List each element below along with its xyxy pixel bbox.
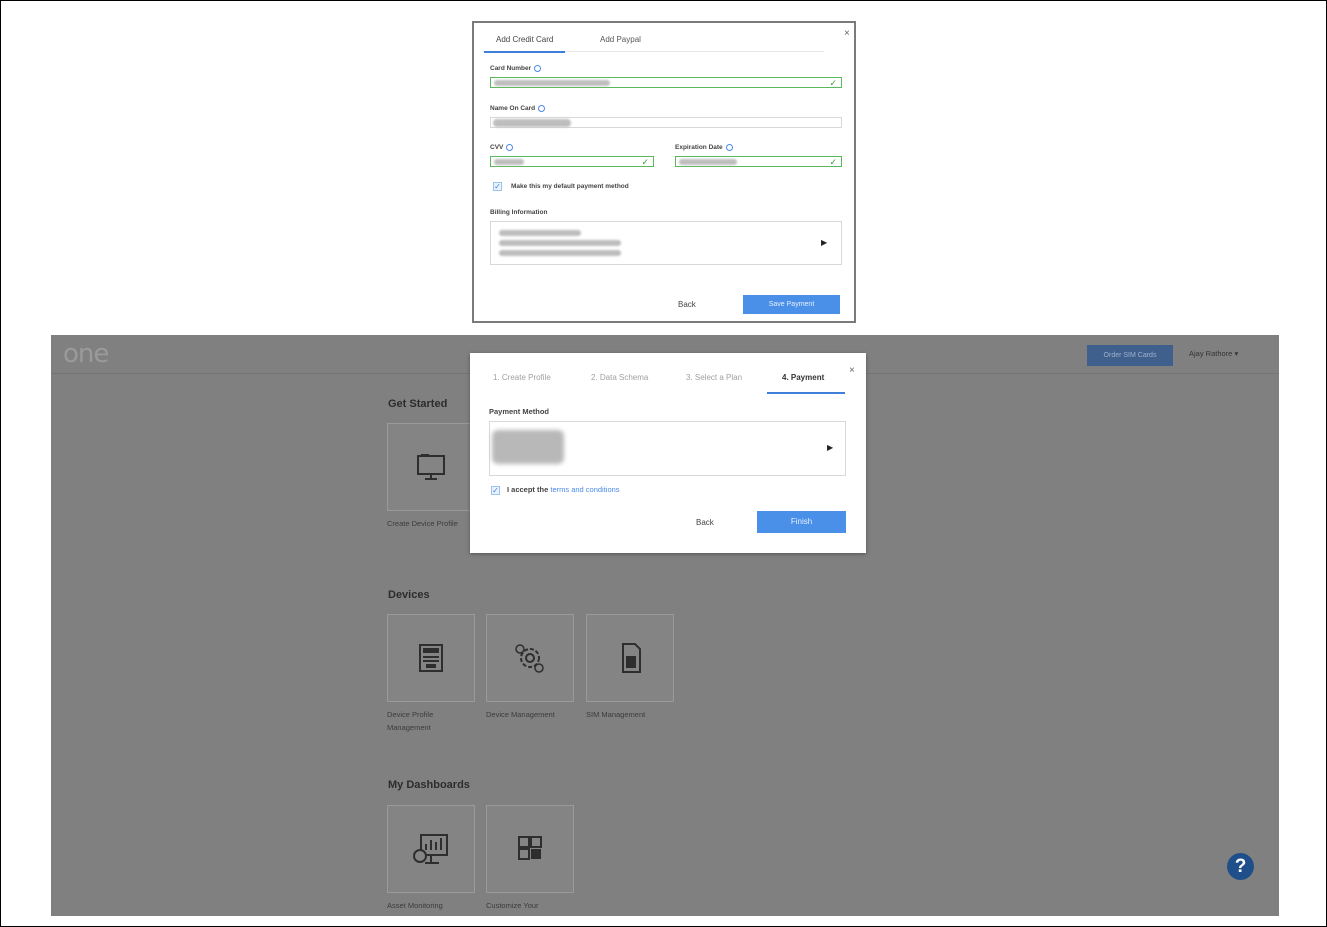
screenshot-frame: Add Credit Card Add Paypal × Card Number… [0,0,1327,927]
close-icon[interactable]: × [844,28,850,39]
app-logo[interactable]: one [63,339,109,369]
redacted-value [494,80,610,86]
redacted-value [499,240,621,246]
chevron-right-icon: ▶ [821,238,828,247]
info-icon[interactable] [534,65,542,72]
billing-information-selector[interactable]: ▶ [490,221,842,265]
tile-device-profile-management[interactable] [387,614,475,702]
tile-create-device-profile[interactable] [387,423,475,511]
finish-button[interactable]: Finish [757,511,846,533]
payment-method-selector[interactable]: ▶ [489,421,846,476]
monitoring-icon [413,834,448,864]
dashboard-grid-icon [518,836,542,860]
step-data-schema[interactable]: 2. Data Schema [591,373,648,382]
sim-card-icon [622,643,641,673]
info-icon[interactable] [506,144,514,151]
tile-label-device-management: Device Management [486,710,555,719]
payment-type-tabs: Add Credit Card Add Paypal [482,23,824,53]
tile-customize-your-dashboard[interactable] [486,805,574,893]
close-icon[interactable]: × [849,365,855,376]
gears-icon [515,644,544,673]
terms-checkbox[interactable]: ✓ [491,486,500,495]
expiration-date-input[interactable]: ✓ [675,156,842,167]
cvv-label: CVV [490,144,514,151]
cvv-input[interactable]: ✓ [490,156,654,167]
info-icon[interactable] [538,105,546,112]
valid-check-icon: ✓ [829,78,837,88]
payment-method-label: Payment Method [489,407,550,416]
billing-information-label: Billing Information [490,209,548,216]
back-button[interactable]: Back [696,518,714,527]
app-background: one Order SIM Cards Ajay Rathore ▾ Get S… [51,335,1279,916]
redacted-value [679,159,737,165]
back-button[interactable]: Back [678,300,696,309]
tile-label-create-device-profile: Create Device Profile [387,519,458,528]
valid-check-icon: ✓ [641,157,649,167]
chevron-right-icon: ▶ [827,443,834,452]
help-icon[interactable]: ? [1227,853,1254,880]
expiration-date-label: Expiration Date [675,144,733,151]
device-profile-icon [417,454,445,480]
add-credit-card-modal: Add Credit Card Add Paypal × Card Number… [472,21,856,323]
terms-link[interactable]: terms and conditions [550,485,619,494]
card-number-input[interactable]: ✓ [490,77,842,88]
info-icon[interactable] [725,144,733,151]
step-select-plan[interactable]: 3. Select a Plan [686,373,742,382]
save-payment-button[interactable]: Save Payment [743,295,840,314]
tab-add-credit-card[interactable]: Add Credit Card [484,35,566,53]
step-payment[interactable]: 4. Payment [782,373,824,382]
tile-label-customize-your: Customize Your [486,901,539,910]
tile-label-sim-management: SIM Management [586,710,646,719]
name-on-card-label: Name On Card [490,105,546,112]
active-step-indicator [767,392,845,394]
redacted-value [499,230,581,236]
redacted-value [499,250,621,256]
tile-asset-monitoring[interactable] [387,805,475,893]
redacted-value [494,159,524,165]
tile-label-asset-monitoring: Asset Monitoring [387,901,443,910]
card-number-label: Card Number [490,65,542,72]
section-title-devices: Devices [388,589,430,601]
default-payment-checkbox[interactable]: ✓ [493,182,502,191]
terms-label: I accept the terms and conditions [507,485,620,494]
user-menu[interactable]: Ajay Rathore ▾ [1189,349,1238,358]
redacted-value [492,430,564,464]
tile-device-management[interactable] [486,614,574,702]
step-create-profile[interactable]: 1. Create Profile [493,373,551,382]
default-payment-label: Make this my default payment method [511,183,629,190]
profile-management-icon [419,644,443,672]
section-title-get-started: Get Started [388,398,448,410]
tile-sim-management[interactable] [586,614,674,702]
redacted-value [493,119,571,127]
tab-add-paypal[interactable]: Add Paypal [588,35,653,51]
section-title-my-dashboards: My Dashboards [388,779,470,791]
valid-check-icon: ✓ [829,157,837,167]
payment-step-modal: 1. Create Profile 2. Data Schema 3. Sele… [470,353,866,553]
tile-label-device-profile-management: Device Profile Management [387,710,434,732]
order-sim-cards-button[interactable]: Order SIM Cards [1087,345,1173,366]
name-on-card-input[interactable] [490,117,842,128]
